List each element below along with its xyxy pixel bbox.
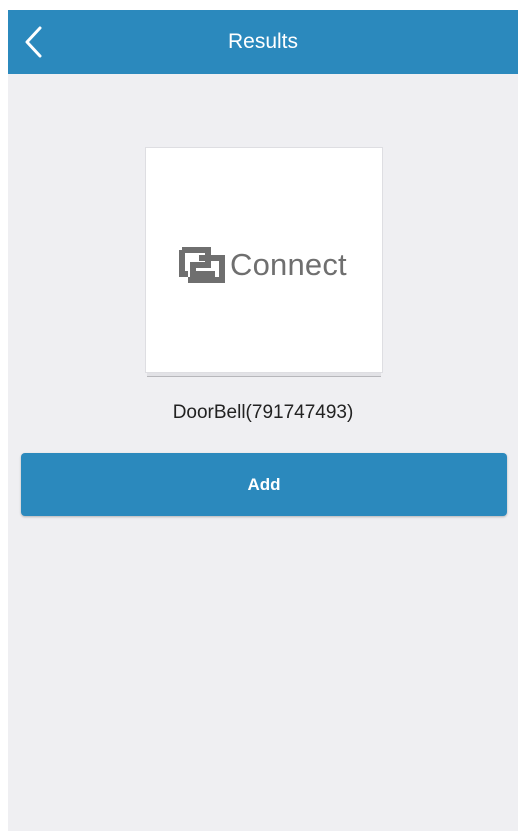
connect-logo-icon <box>179 247 225 283</box>
results-screen: Results Connect DoorBell(791747493) Add <box>8 10 518 831</box>
logo-text: Connect <box>230 247 347 282</box>
page-title: Results <box>227 30 299 53</box>
add-button[interactable]: Add <box>21 453 507 516</box>
device-name: DoorBell(791747493) <box>172 402 354 423</box>
card-shadow <box>147 373 381 377</box>
device-image-card: Connect <box>145 147 383 373</box>
connect-logo: Connect <box>178 243 347 287</box>
header-bar: Results <box>8 10 518 74</box>
